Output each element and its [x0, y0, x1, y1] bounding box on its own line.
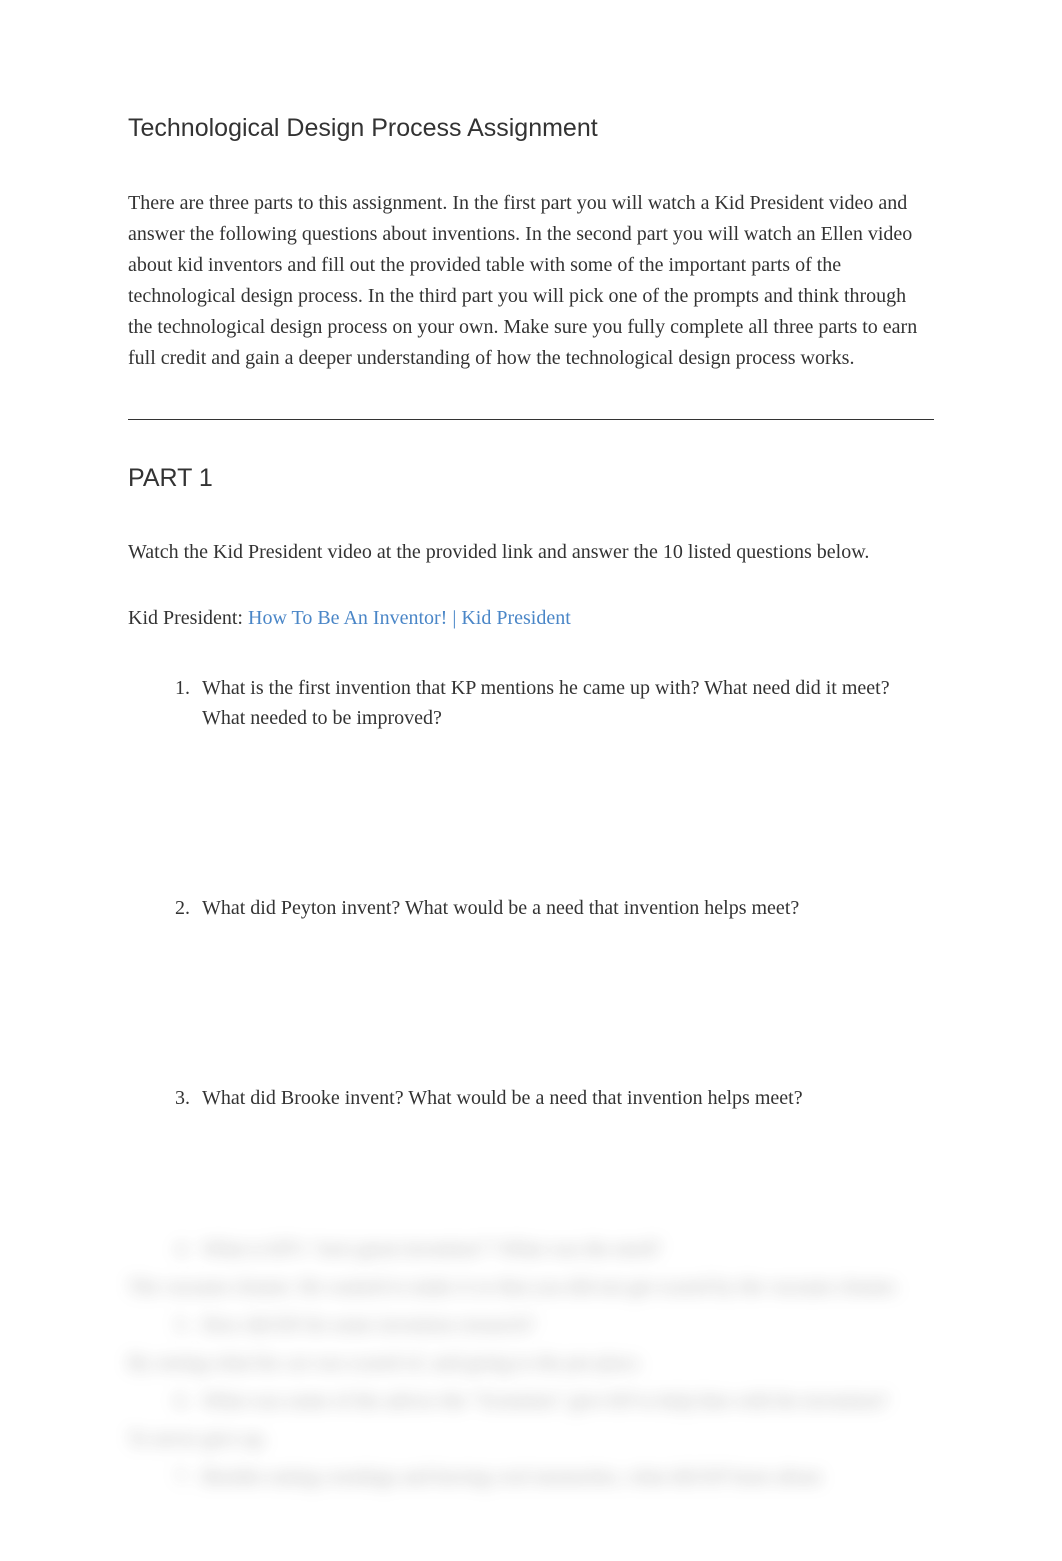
question-2: 2. What did Peyton invent? What would be…: [158, 893, 934, 923]
blurred-text: What is KP's "next great invention"? Wha…: [202, 1233, 661, 1265]
question-1: 1. What is the first invention that KP m…: [158, 673, 934, 733]
question-number: 7.: [158, 1461, 190, 1493]
blurred-question-4: 4. What is KP's "next great invention"? …: [128, 1233, 934, 1265]
question-number: 5.: [158, 1309, 190, 1341]
document-title: Technological Design Process Assignment: [128, 110, 934, 148]
blurred-text: Besides eating corndogs and having cool …: [202, 1461, 821, 1493]
question-text: What did Brooke invent? What would be a …: [202, 1083, 934, 1113]
part1-heading: PART 1: [128, 460, 934, 498]
question-number: 1.: [158, 673, 190, 703]
question-number: 2.: [158, 893, 190, 923]
question-text: What did Peyton invent? What would be a …: [202, 893, 934, 923]
section-divider: [128, 419, 934, 420]
question-number: 6.: [158, 1385, 190, 1417]
kid-president-video-link[interactable]: How To Be An Inventor! | Kid President: [248, 607, 571, 629]
blurred-answer: The vacuum cleaner. He wanted to make it…: [128, 1271, 934, 1303]
question-number: 3.: [158, 1083, 190, 1113]
question-number: 4.: [158, 1233, 190, 1265]
video-link-line: Kid President: How To Be An Inventor! | …: [128, 603, 934, 633]
blurred-text: How did KP do some invention research?: [202, 1309, 535, 1341]
question-list: 1. What is the first invention that KP m…: [128, 673, 934, 1113]
blurred-answer: By seeing what his cat was scared of, an…: [128, 1347, 934, 1379]
blurred-answer: To never give up.: [128, 1423, 934, 1455]
blurred-question-5: 5. How did KP do some invention research…: [128, 1309, 934, 1341]
blurred-preview: 4. What is KP's "next great invention"? …: [128, 1233, 934, 1493]
question-text: What is the first invention that KP ment…: [202, 673, 934, 733]
question-3: 3. What did Brooke invent? What would be…: [158, 1083, 934, 1113]
blurred-question-6: 6. What was some of the advice the "Scie…: [128, 1385, 934, 1417]
link-prefix: Kid President:: [128, 607, 248, 629]
intro-paragraph: There are three parts to this assignment…: [128, 188, 934, 374]
part1-intro: Watch the Kid President video at the pro…: [128, 537, 934, 568]
blurred-text: What was some of the advice the "Scienti…: [202, 1385, 888, 1417]
blurred-question-7: 7. Besides eating corndogs and having co…: [128, 1461, 934, 1493]
